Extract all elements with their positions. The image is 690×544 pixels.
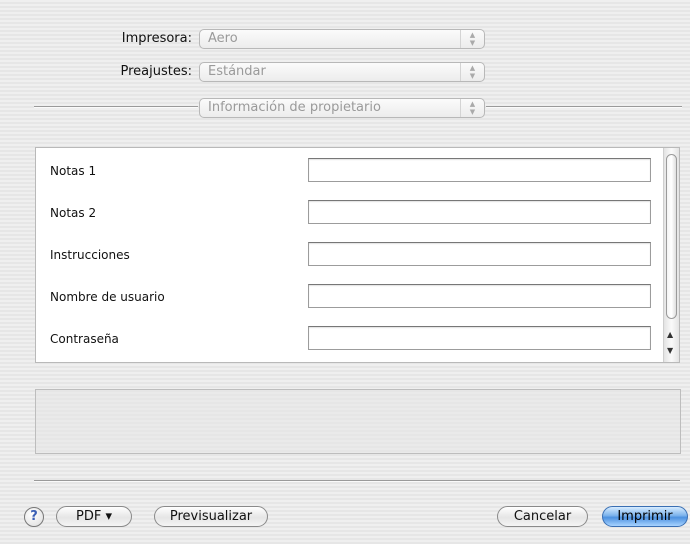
- notes2-label: Notas 2: [50, 206, 97, 220]
- up-down-arrows-icon: ▲ ▼: [460, 99, 484, 117]
- separator-line: [34, 106, 198, 108]
- pdf-menu-button[interactable]: PDF ▾: [56, 506, 132, 527]
- password-field[interactable]: [308, 326, 651, 350]
- scroll-up-arrow-icon[interactable]: ▲: [667, 330, 673, 339]
- separator-line: [34, 480, 680, 482]
- help-button[interactable]: ?: [24, 507, 44, 527]
- presets-popup[interactable]: Estándar ▲ ▼: [199, 62, 485, 82]
- separator-line: [486, 106, 682, 108]
- printer-value: Aero: [208, 31, 238, 46]
- presets-label: Preajustes:: [120, 64, 192, 79]
- notes2-field[interactable]: [308, 200, 651, 224]
- presets-value: Estándar: [208, 64, 266, 79]
- vertical-scrollbar[interactable]: ▲ ▼: [663, 148, 679, 362]
- print-button[interactable]: Imprimir: [602, 506, 688, 527]
- message-area: [35, 389, 681, 454]
- username-field[interactable]: [308, 284, 651, 308]
- section-value: Información de propietario: [208, 100, 381, 115]
- instructions-field[interactable]: [308, 242, 651, 266]
- password-label: Contraseña: [50, 332, 119, 346]
- cancel-button[interactable]: Cancelar: [497, 506, 588, 527]
- scroll-down-arrow-icon[interactable]: ▼: [667, 346, 673, 355]
- notes1-label: Notas 1: [50, 164, 97, 178]
- username-label: Nombre de usuario: [50, 290, 165, 304]
- preview-button[interactable]: Previsualizar: [154, 506, 268, 527]
- instructions-label: Instrucciones: [50, 248, 130, 262]
- scrollbar-thumb[interactable]: [666, 154, 677, 319]
- printer-label: Impresora:: [121, 31, 192, 46]
- notes1-field[interactable]: [308, 158, 651, 182]
- up-down-arrows-icon: ▲ ▼: [460, 30, 484, 48]
- printer-popup[interactable]: Aero ▲ ▼: [199, 29, 485, 49]
- up-down-arrows-icon: ▲ ▼: [460, 63, 484, 81]
- section-popup[interactable]: Información de propietario ▲ ▼: [199, 98, 485, 118]
- owner-info-panel: Notas 1 Notas 2 Instrucciones Nombre de …: [35, 147, 680, 363]
